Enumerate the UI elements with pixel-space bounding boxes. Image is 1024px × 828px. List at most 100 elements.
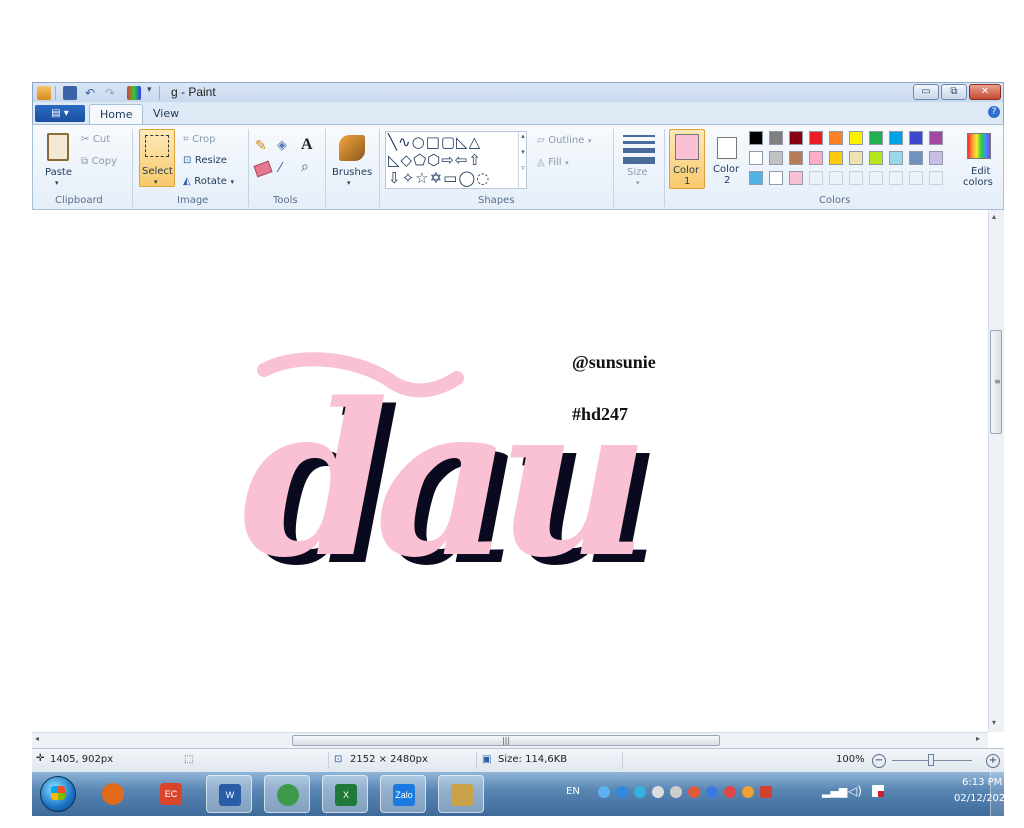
palette-swatch[interactable] bbox=[749, 131, 763, 145]
tray-icon[interactable] bbox=[616, 786, 628, 798]
tray-icon[interactable] bbox=[634, 786, 646, 798]
fill-button[interactable]: ◬ Fill ▾ bbox=[537, 155, 569, 168]
taskbar-app-zalo[interactable]: Zalo bbox=[380, 775, 426, 813]
magnifier-icon[interactable]: ⌕ bbox=[301, 159, 309, 175]
palette-swatch[interactable] bbox=[829, 131, 843, 145]
undo-icon[interactable]: ↶ bbox=[85, 86, 99, 100]
palette-swatch[interactable] bbox=[889, 131, 903, 145]
size-button[interactable]: Size ▾ bbox=[619, 131, 659, 187]
palette-swatch[interactable] bbox=[789, 171, 803, 185]
tray-icon[interactable] bbox=[760, 786, 772, 798]
color2-button[interactable]: Color 2 bbox=[709, 129, 745, 189]
tray-icon[interactable] bbox=[670, 786, 682, 798]
scroll-left-arrow[interactable]: ◂ bbox=[35, 734, 39, 743]
taskbar-app-paint[interactable] bbox=[438, 775, 484, 813]
palette-swatch[interactable] bbox=[789, 151, 803, 165]
taskbar-app-foxit[interactable]: EC bbox=[148, 775, 194, 813]
palette-swatch-empty[interactable] bbox=[889, 171, 903, 185]
palette-swatch[interactable] bbox=[929, 131, 943, 145]
resize-button[interactable]: ⊡ Resize bbox=[183, 153, 227, 166]
canvas-area[interactable]: dau dau @sunsunie #hd247 bbox=[32, 210, 988, 732]
taskbar-app-chrome[interactable] bbox=[264, 775, 310, 813]
palette-swatch[interactable] bbox=[869, 131, 883, 145]
paint-app-icon[interactable] bbox=[37, 86, 51, 100]
help-icon[interactable]: ? bbox=[988, 106, 1000, 118]
palette-swatch[interactable] bbox=[929, 151, 943, 165]
palette-swatch[interactable] bbox=[869, 151, 883, 165]
text-tool-icon[interactable]: A bbox=[301, 136, 317, 154]
paste-button[interactable]: Paste ▾ bbox=[43, 131, 73, 187]
paint-menu-button[interactable]: ▤ ▾ bbox=[35, 105, 85, 122]
brushes-button[interactable]: Brushes ▾ bbox=[331, 131, 373, 187]
palette-swatch[interactable] bbox=[889, 151, 903, 165]
edit-colors-button[interactable]: Edit colors bbox=[959, 131, 999, 189]
taskbar-app-word[interactable]: W bbox=[206, 775, 252, 813]
vertical-scroll-thumb[interactable]: ≡ bbox=[990, 330, 1002, 434]
rotate-button[interactable]: ◭ Rotate ▾ bbox=[183, 174, 234, 187]
copy-button[interactable]: ⧉ Copy bbox=[81, 154, 117, 167]
palette-swatch-empty[interactable] bbox=[809, 171, 823, 185]
palette-swatch[interactable] bbox=[749, 171, 763, 185]
volume-icon[interactable]: ◁) bbox=[848, 784, 862, 798]
palette-swatch[interactable] bbox=[769, 171, 783, 185]
palette-swatch-empty[interactable] bbox=[929, 171, 943, 185]
shapes-gallery[interactable]: ╲∿○□▢◺△ ◺◇⬠⬡⇨⇦⇧ ⇩✧☆✡▭◯◌ ▴ ▾ ▿ bbox=[385, 131, 527, 189]
palette-swatch-empty[interactable] bbox=[849, 171, 863, 185]
tab-home[interactable]: Home bbox=[89, 104, 144, 124]
fill-bucket-icon[interactable]: ◈ bbox=[277, 138, 293, 154]
palette-swatch[interactable] bbox=[769, 151, 783, 165]
palette-swatch[interactable] bbox=[829, 151, 843, 165]
action-center-icon[interactable] bbox=[872, 785, 884, 797]
drawing-canvas[interactable]: dau dau @sunsunie #hd247 bbox=[32, 210, 988, 732]
palette-swatch[interactable] bbox=[909, 151, 923, 165]
minimize-button[interactable]: ▭ bbox=[913, 84, 939, 100]
tray-icon[interactable] bbox=[652, 786, 664, 798]
palette-swatch-empty[interactable] bbox=[909, 171, 923, 185]
zoom-out-button[interactable]: − bbox=[872, 754, 886, 768]
tray-icon[interactable] bbox=[688, 786, 700, 798]
shapes-scroll[interactable]: ▴ ▾ ▿ bbox=[518, 132, 527, 188]
maximize-button[interactable]: ⧉ bbox=[941, 84, 967, 100]
tray-icon[interactable] bbox=[598, 786, 610, 798]
show-desktop-button[interactable] bbox=[990, 772, 1004, 816]
palette-swatch[interactable] bbox=[809, 131, 823, 145]
zoom-slider-thumb[interactable] bbox=[928, 754, 934, 766]
eraser-icon[interactable] bbox=[253, 160, 273, 178]
select-button[interactable]: Select ▾ bbox=[139, 129, 175, 187]
pencil-icon[interactable]: ✎ bbox=[255, 138, 271, 154]
start-button[interactable] bbox=[40, 776, 76, 812]
zoom-slider[interactable] bbox=[892, 754, 972, 766]
horizontal-scrollbar[interactable]: ◂ ||| ▸ bbox=[32, 732, 988, 748]
language-indicator[interactable]: EN bbox=[566, 786, 580, 797]
palette-swatch[interactable] bbox=[809, 151, 823, 165]
outline-button[interactable]: ▱ Outline ▾ bbox=[537, 133, 591, 146]
taskbar-app-media-player[interactable] bbox=[90, 775, 136, 813]
palette-swatch[interactable] bbox=[849, 151, 863, 165]
palette-swatch[interactable] bbox=[749, 151, 763, 165]
palette-swatch-empty[interactable] bbox=[869, 171, 883, 185]
palette-swatch[interactable] bbox=[909, 131, 923, 145]
horizontal-scroll-thumb[interactable]: ||| bbox=[292, 735, 720, 746]
palette-swatch-empty[interactable] bbox=[829, 171, 843, 185]
vertical-scrollbar[interactable]: ▴ ≡ ▾ bbox=[988, 210, 1004, 732]
scroll-down-arrow[interactable]: ▾ bbox=[992, 718, 996, 727]
tray-icon[interactable] bbox=[742, 786, 754, 798]
zoom-in-button[interactable]: + bbox=[986, 754, 1000, 768]
scroll-right-arrow[interactable]: ▸ bbox=[976, 734, 980, 743]
cut-button[interactable]: ✂ Cut bbox=[81, 132, 110, 145]
redo-icon[interactable]: ↷ bbox=[105, 86, 119, 100]
palette-swatch[interactable] bbox=[789, 131, 803, 145]
scroll-up-arrow[interactable]: ▴ bbox=[992, 212, 996, 221]
tray-icon[interactable] bbox=[724, 786, 736, 798]
color-picker-icon[interactable]: ⁄ bbox=[279, 161, 281, 176]
color1-button[interactable]: Color 1 bbox=[669, 129, 705, 189]
network-icon[interactable]: ▂▄▆ bbox=[822, 785, 847, 798]
palette-swatch[interactable] bbox=[769, 131, 783, 145]
color-icon[interactable] bbox=[127, 86, 141, 100]
palette-swatch[interactable] bbox=[849, 131, 863, 145]
tray-icon[interactable] bbox=[706, 786, 718, 798]
crop-button[interactable]: ⌗ Crop bbox=[183, 132, 215, 145]
tab-view[interactable]: View bbox=[143, 104, 189, 124]
taskbar-app-excel[interactable]: X bbox=[322, 775, 368, 813]
save-icon[interactable] bbox=[63, 86, 77, 100]
